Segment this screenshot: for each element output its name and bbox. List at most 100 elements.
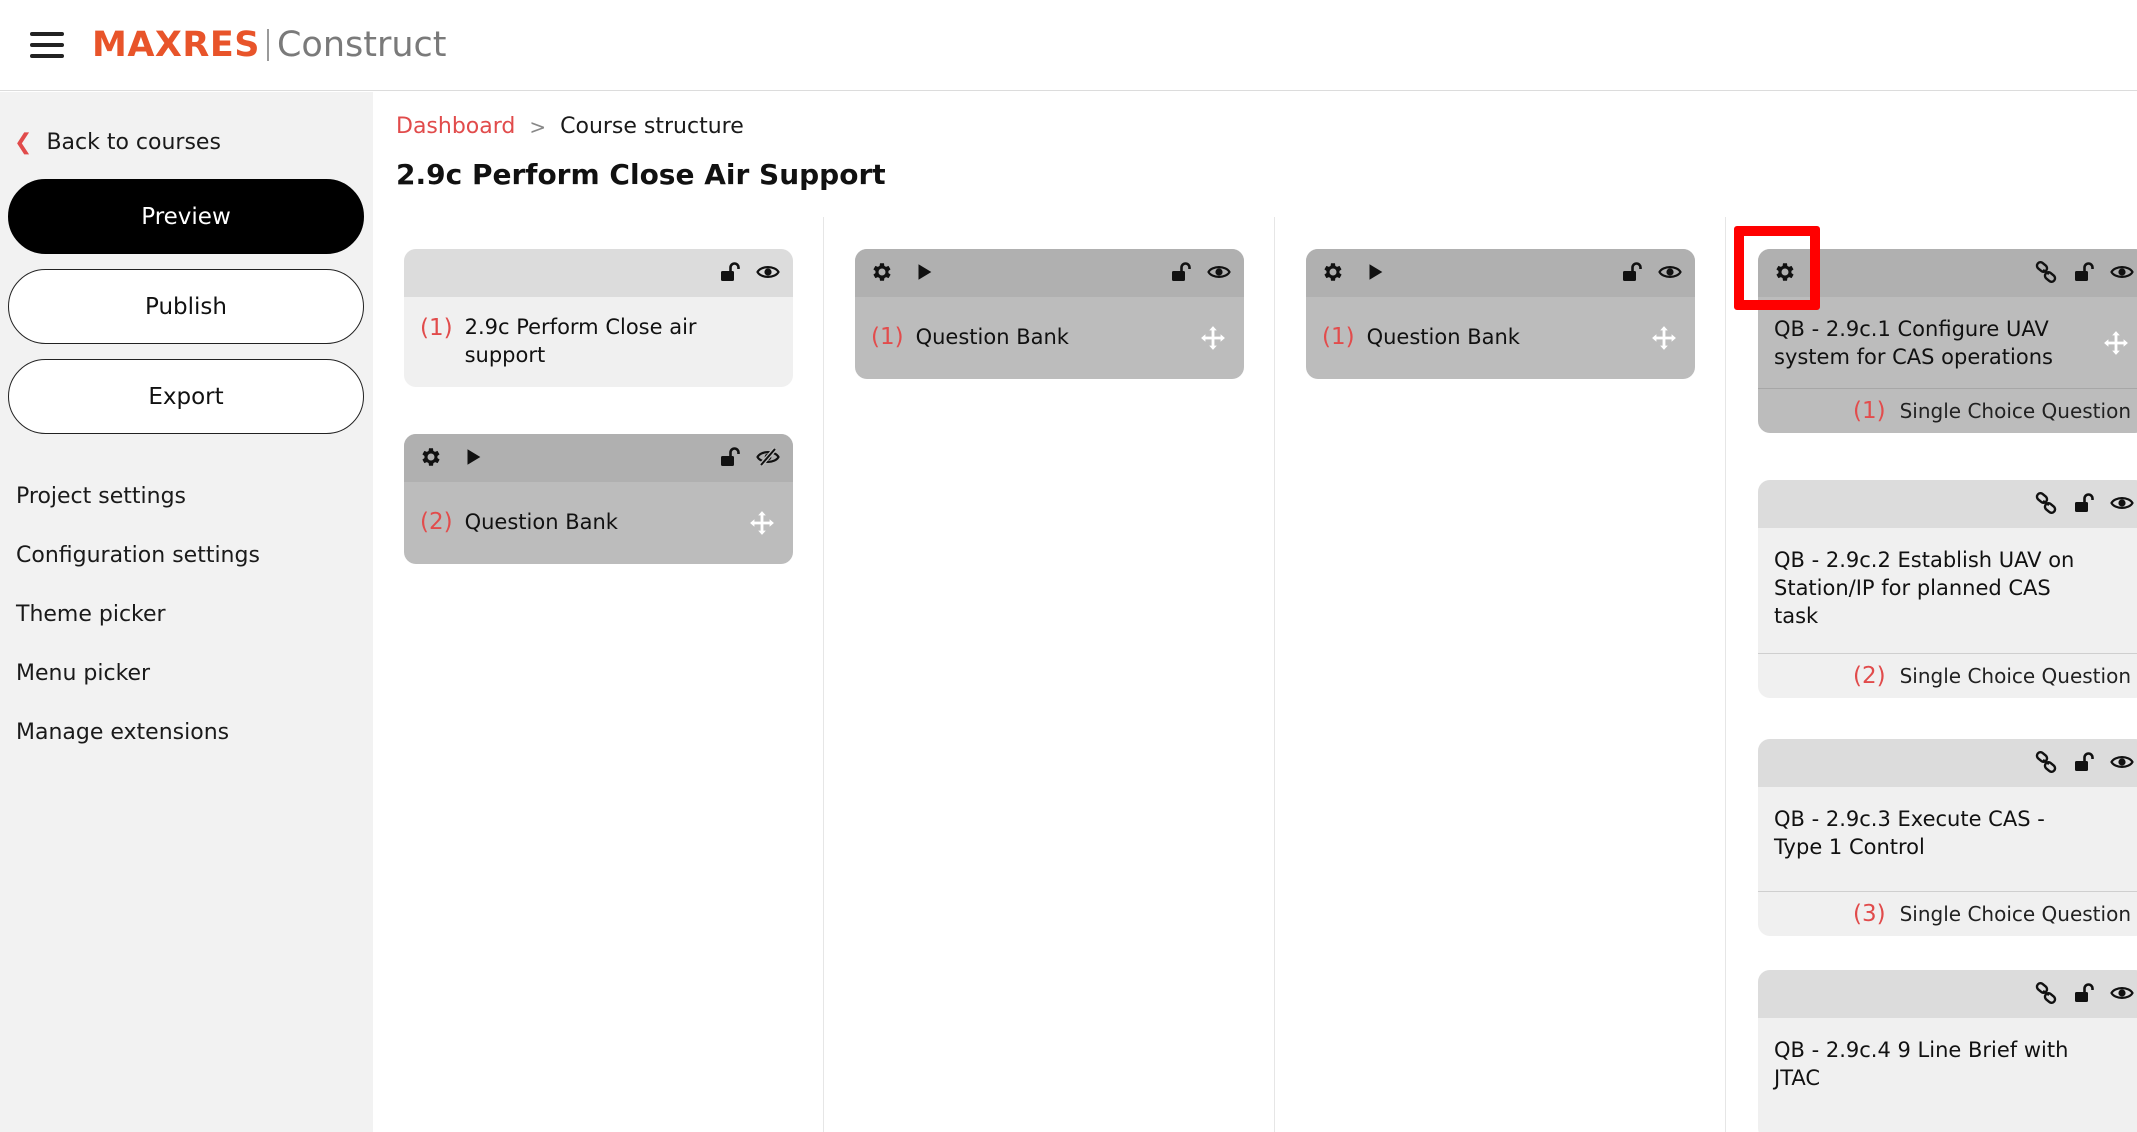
card-title[interactable]: Question Bank [465, 508, 618, 536]
page-title: 2.9c Perform Close Air Support [396, 158, 886, 191]
card-footer: (1) Single Choice Question [1758, 388, 2137, 433]
gear-icon[interactable] [1320, 259, 1346, 285]
card-toolbar [1306, 249, 1695, 297]
column-divider [1725, 217, 1726, 1132]
content-card[interactable]: (2) Question Bank [404, 434, 793, 564]
sidebar-item-configuration-settings[interactable]: Configuration settings [16, 541, 260, 600]
card-footer: (3) Single Choice Question [1758, 891, 2137, 936]
card-footer: (2) Single Choice Question [1758, 653, 2137, 698]
breadcrumb: Dashboard > Course structure [396, 114, 744, 139]
move-icon[interactable] [1200, 325, 1226, 351]
unlock-icon[interactable] [717, 444, 743, 470]
menu-icon[interactable] [30, 32, 64, 58]
unlock-icon[interactable] [2071, 980, 2097, 1006]
publish-button[interactable]: Publish [8, 269, 364, 344]
chevron-left-icon: ❮ [14, 130, 33, 155]
card-number: (1) [1853, 397, 1886, 424]
unlock-icon[interactable] [717, 259, 743, 285]
card-toolbar [1758, 249, 2137, 297]
card-toolbar [855, 249, 1244, 297]
card-number: (3) [1853, 900, 1886, 927]
card-number: (2) [1853, 662, 1886, 689]
sidebar-item-manage-extensions[interactable]: Manage extensions [16, 718, 260, 777]
card-toolbar [404, 249, 793, 297]
eye-icon[interactable] [2109, 749, 2135, 775]
card-body: QB - 2.9c.4 9 Line Brief with JTAC [1758, 1018, 2137, 1110]
question-type: Single Choice Question [1899, 399, 2131, 423]
link-icon[interactable] [2033, 490, 2059, 516]
gear-icon[interactable] [418, 444, 444, 470]
card-title[interactable]: 2.9c Perform Close air support [465, 313, 733, 369]
card-title[interactable]: QB - 2.9c.1 Configure UAV system for CAS… [1774, 315, 2087, 371]
unlock-icon[interactable] [2071, 749, 2097, 775]
card-toolbar [1758, 970, 2137, 1018]
play-icon[interactable] [460, 444, 486, 470]
question-card[interactable]: QB - 2.9c.3 Execute CAS - Type 1 Control… [1758, 739, 2137, 936]
card-number: (1) [1322, 324, 1355, 350]
card-title[interactable]: QB - 2.9c.2 Establish UAV on Station/IP … [1774, 546, 2087, 630]
question-type: Single Choice Question [1899, 664, 2131, 688]
gear-icon[interactable] [869, 259, 895, 285]
logo-brand: MAXRES [92, 25, 260, 65]
logo-product: Construct [276, 25, 447, 65]
content-card[interactable]: (1) Question Bank [855, 249, 1244, 379]
back-label: Back to courses [46, 130, 221, 155]
question-card[interactable]: QB - 2.9c.2 Establish UAV on Station/IP … [1758, 480, 2137, 698]
card-body: QB - 2.9c.3 Execute CAS - Type 1 Control [1758, 787, 2137, 891]
card-toolbar [1758, 480, 2137, 528]
card-toolbar [404, 434, 793, 482]
card-title[interactable]: QB - 2.9c.3 Execute CAS - Type 1 Control [1774, 805, 2087, 861]
play-icon[interactable] [1362, 259, 1388, 285]
app-header: MAXRES Construct [0, 0, 2137, 91]
sidebar-item-project-settings[interactable]: Project settings [16, 482, 260, 541]
eye-icon[interactable] [1206, 259, 1232, 285]
unlock-icon[interactable] [1168, 259, 1194, 285]
breadcrumb-separator: > [529, 114, 547, 139]
app-logo[interactable]: MAXRES Construct [92, 20, 447, 70]
card-body: QB - 2.9c.2 Establish UAV on Station/IP … [1758, 528, 2137, 653]
content-card[interactable]: (1) Question Bank [1306, 249, 1695, 379]
play-icon[interactable] [911, 259, 937, 285]
question-type: Single Choice Question [1899, 902, 2131, 926]
export-button[interactable]: Export [8, 359, 364, 434]
card-title[interactable]: Question Bank [1367, 323, 1520, 351]
sidebar-item-menu-picker[interactable]: Menu picker [16, 659, 260, 718]
link-icon[interactable] [2033, 259, 2059, 285]
card-number: (1) [420, 315, 453, 341]
eye-icon[interactable] [2109, 980, 2135, 1006]
move-icon[interactable] [1651, 325, 1677, 351]
card-title[interactable]: QB - 2.9c.4 9 Line Brief with JTAC [1774, 1036, 2087, 1092]
eye-icon[interactable] [2109, 259, 2135, 285]
question-card[interactable]: QB - 2.9c.1 Configure UAV system for CAS… [1758, 249, 2137, 433]
card-number: (2) [420, 509, 453, 535]
main-content: Dashboard > Course structure 2.9c Perfor… [373, 92, 2137, 1132]
card-body: (2) Question Bank [404, 482, 793, 564]
card-body: (1) Question Bank [855, 297, 1244, 379]
move-icon[interactable] [2103, 330, 2129, 356]
breadcrumb-dashboard-link[interactable]: Dashboard [396, 114, 515, 139]
eye-icon[interactable] [755, 259, 781, 285]
logo-divider [266, 29, 269, 61]
unlock-icon[interactable] [1619, 259, 1645, 285]
eye-off-icon[interactable] [755, 444, 781, 470]
card-body: QB - 2.9c.1 Configure UAV system for CAS… [1758, 297, 2137, 388]
link-icon[interactable] [2033, 980, 2059, 1006]
eye-icon[interactable] [1657, 259, 1683, 285]
link-icon[interactable] [2033, 749, 2059, 775]
card-body: (1) Question Bank [1306, 297, 1695, 379]
move-icon[interactable] [749, 510, 775, 536]
card-toolbar [1758, 739, 2137, 787]
sidebar-item-theme-picker[interactable]: Theme picker [16, 600, 260, 659]
back-to-courses-link[interactable]: ❮ Back to courses [14, 130, 221, 155]
unlock-icon[interactable] [2071, 259, 2097, 285]
breadcrumb-current: Course structure [560, 114, 744, 139]
column-divider [823, 217, 824, 1132]
sidebar-links: Project settings Configuration settings … [16, 482, 260, 777]
preview-button[interactable]: Preview [8, 179, 364, 254]
gear-icon[interactable] [1772, 259, 1798, 285]
card-title[interactable]: Question Bank [916, 323, 1069, 351]
question-card[interactable]: QB - 2.9c.4 9 Line Brief with JTAC [1758, 970, 2137, 1132]
unlock-icon[interactable] [2071, 490, 2097, 516]
eye-icon[interactable] [2109, 490, 2135, 516]
content-card[interactable]: (1) 2.9c Perform Close air support [404, 249, 793, 387]
